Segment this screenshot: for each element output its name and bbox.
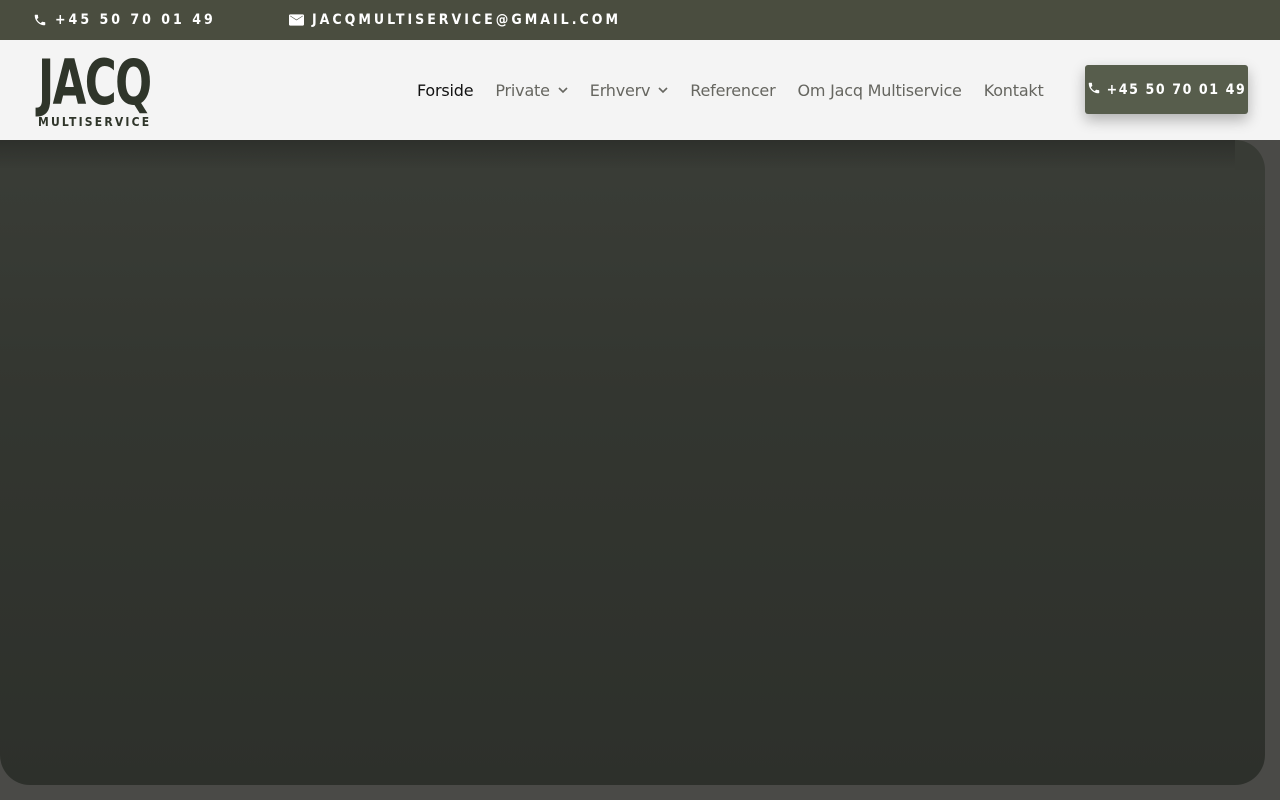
phone-icon — [33, 13, 47, 27]
nav-item-referencer[interactable]: Referencer — [690, 81, 775, 100]
call-button[interactable]: +45 50 70 01 49 — [1085, 65, 1248, 114]
chevron-down-icon — [658, 86, 668, 93]
nav-item-erhverv[interactable]: Erhverv — [590, 81, 669, 100]
topbar-email-text: JACQMULTISERVICE@GMAIL.COM — [312, 12, 621, 28]
call-button-label: +45 50 70 01 49 — [1106, 81, 1247, 98]
envelope-icon — [289, 14, 304, 26]
hero-corner — [1235, 140, 1265, 170]
nav-item-private[interactable]: Private — [495, 80, 568, 100]
logo-wordmark: JACQ — [38, 46, 152, 119]
top-bar: +45 50 70 01 49 JACQMULTISERVICE@GMAIL.C… — [0, 0, 1280, 40]
nav-item-label: Kontakt — [983, 80, 1044, 100]
nav-item-forside[interactable]: Forside — [417, 80, 474, 100]
phone-icon — [1087, 81, 1101, 99]
topbar-phone-link[interactable]: +45 50 70 01 49 — [33, 0, 216, 40]
site-logo[interactable]: JACQ MULTISERVICE — [38, 46, 152, 130]
main-navigation: Forside Private Erhverv Referencer Om Ja… — [417, 40, 1044, 140]
nav-item-kontakt[interactable]: Kontakt — [984, 81, 1044, 100]
topbar-email-link[interactable]: JACQMULTISERVICE@GMAIL.COM — [289, 0, 621, 40]
nav-item-label: Private — [495, 80, 550, 100]
nav-item-label: Erhverv — [589, 80, 651, 100]
nav-item-label: Om Jacq Multiservice — [797, 80, 962, 100]
hero-section — [0, 140, 1265, 785]
site-header: JACQ MULTISERVICE Forside Private Erhver… — [0, 40, 1280, 140]
nav-item-label: Forside — [417, 80, 474, 100]
nav-item-label: Referencer — [690, 80, 776, 100]
nav-item-om-jacq[interactable]: Om Jacq Multiservice — [797, 81, 961, 100]
chevron-down-icon — [558, 86, 568, 93]
topbar-phone-text: +45 50 70 01 49 — [55, 12, 216, 28]
